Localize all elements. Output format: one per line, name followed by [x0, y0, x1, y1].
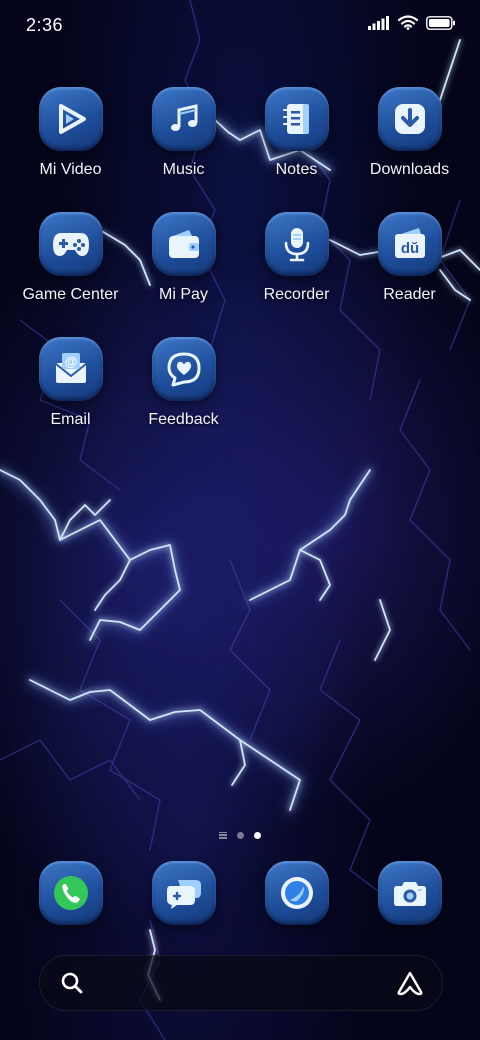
phone-app-icon[interactable] [38, 861, 103, 925]
signal-icon [368, 15, 390, 35]
svg-text:dŭ: dŭ [400, 240, 418, 257]
heart-bubble-icon [167, 352, 200, 387]
battery-icon [426, 15, 456, 35]
dock-phone[interactable] [14, 861, 127, 925]
app-notes[interactable]: Notes [240, 87, 353, 179]
downloads-app-icon[interactable] [377, 87, 442, 151]
app-feedback[interactable]: Feedback [127, 337, 240, 429]
music-note-icon [170, 104, 197, 131]
app-game-center[interactable]: Game Center [14, 212, 127, 304]
app-reader[interactable]: dŭ Reader [353, 212, 466, 304]
download-arrow-icon [394, 104, 425, 134]
mi-pay-app-icon[interactable] [151, 212, 216, 276]
svg-text:@: @ [64, 354, 77, 369]
app-label: Game Center [22, 286, 119, 303]
mi-video-app-icon[interactable] [38, 87, 103, 151]
app-label: Mi Video [39, 161, 102, 178]
app-label: Reader [383, 286, 436, 303]
app-downloads[interactable]: Downloads [353, 87, 466, 179]
notepad-icon [282, 104, 309, 134]
app-recorder[interactable]: Recorder [240, 212, 353, 304]
page-list-indicator-icon[interactable] [219, 831, 227, 839]
app-label: Mi Pay [159, 286, 208, 303]
messages-app-icon[interactable] [151, 861, 216, 925]
app-label: Downloads [369, 161, 450, 178]
reader-book-icon: dŭ [394, 228, 425, 258]
app-label: Recorder [263, 286, 330, 303]
assistant-icon[interactable] [396, 970, 424, 1001]
phone-icon [53, 876, 88, 910]
status-bar: 2:36 [0, 0, 480, 50]
app-label: Notes [275, 161, 318, 178]
app-mi-video[interactable]: Mi Video [14, 87, 127, 179]
camera-icon [393, 882, 426, 906]
microphone-icon [284, 228, 309, 262]
music-app-icon[interactable] [151, 87, 216, 151]
status-time: 2:36 [26, 15, 64, 35]
email-app-icon[interactable]: @ [38, 337, 103, 401]
reader-app-icon[interactable]: dŭ [377, 212, 442, 276]
home-screen: 2:36 Mi Video Music Notes Downloads Game… [0, 0, 480, 1040]
wifi-icon [397, 15, 419, 35]
app-label: Feedback [148, 411, 219, 428]
wallet-icon [168, 230, 199, 258]
page-indicator [0, 828, 480, 842]
notes-app-icon[interactable] [264, 87, 329, 151]
chat-bubbles-icon [166, 880, 201, 909]
dock-messages[interactable] [127, 861, 240, 925]
browser-circle-icon [280, 877, 313, 909]
envelope-at-icon: @ [54, 353, 87, 383]
gamepad-icon [52, 233, 89, 256]
search-bar[interactable] [39, 955, 443, 1011]
dock-camera[interactable] [353, 861, 466, 925]
app-label: Email [50, 411, 91, 428]
feedback-app-icon[interactable] [151, 337, 216, 401]
app-mi-pay[interactable]: Mi Pay [127, 212, 240, 304]
app-music[interactable]: Music [127, 87, 240, 179]
camera-app-icon[interactable] [377, 861, 442, 925]
search-icon[interactable] [60, 971, 84, 1000]
play-icon [58, 104, 86, 134]
app-email[interactable]: @ Email [14, 337, 127, 429]
status-icons [368, 15, 456, 35]
app-label: Music [162, 161, 205, 178]
game-center-app-icon[interactable] [38, 212, 103, 276]
page-dot-2-active[interactable] [254, 831, 261, 839]
recorder-app-icon[interactable] [264, 212, 329, 276]
browser-app-icon[interactable] [264, 861, 329, 925]
page-dot-1[interactable] [237, 831, 244, 839]
dock-browser[interactable] [240, 861, 353, 925]
